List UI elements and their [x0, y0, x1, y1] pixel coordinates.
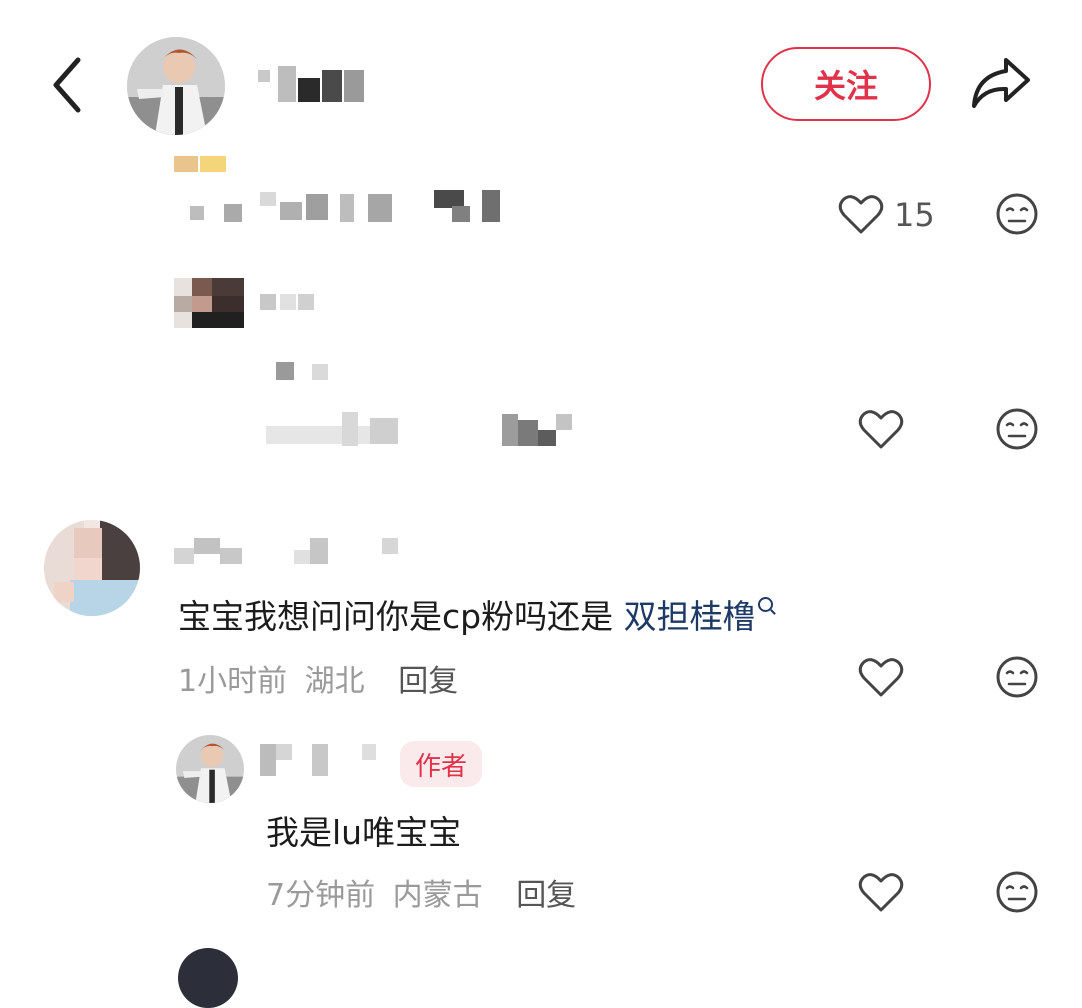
commenter-username-mosaic [174, 534, 404, 566]
topic-link-label: 双担桂橹 [623, 597, 756, 636]
like-button[interactable] [838, 192, 884, 236]
reply-username-mosaic [260, 292, 316, 312]
share-button[interactable] [968, 52, 1034, 114]
reply-button[interactable]: 回复 [398, 664, 458, 699]
poster-avatar[interactable] [127, 37, 225, 135]
next-comment-avatar[interactable] [178, 948, 238, 1008]
poster-username-mosaic [258, 66, 368, 106]
like-button[interactable] [858, 870, 904, 914]
author-badge: 作者 [400, 741, 482, 787]
reply-meta-mosaic [266, 410, 576, 450]
comment-body: 宝宝我想问问你是cp粉吗还是 [178, 597, 614, 636]
follow-button[interactable]: 关注 [761, 47, 931, 121]
search-icon [757, 597, 773, 612]
author-username-mosaic [260, 742, 390, 778]
reply-button[interactable]: 回复 [516, 878, 576, 913]
author-avatar[interactable] [176, 735, 244, 803]
heart-outline-icon [858, 410, 904, 449]
dislike-button[interactable] [995, 870, 1039, 914]
level-badge-mosaic [174, 156, 226, 172]
back-button[interactable] [40, 50, 100, 120]
comment-time: 1小时前 [178, 664, 288, 699]
commenter-avatar[interactable] [44, 520, 140, 616]
reply-location: 内蒙古 [392, 878, 483, 913]
dislike-button[interactable] [995, 407, 1039, 451]
heart-outline-icon [858, 873, 904, 912]
chevron-left-icon [53, 57, 81, 113]
comment-text: 宝宝我想问问你是cp粉吗还是 双担桂橹 [178, 590, 773, 638]
meh-face-icon [996, 656, 1038, 698]
dislike-button[interactable] [995, 655, 1039, 699]
dislike-button[interactable] [995, 192, 1039, 236]
like-button[interactable] [858, 655, 904, 699]
comment-text-mosaic [190, 188, 510, 228]
reply-meta: 7分钟前 内蒙古 回复 [266, 870, 576, 914]
like-count: 15 [894, 196, 935, 234]
comment-location: 湖北 [304, 664, 365, 699]
comment-meta: 1小时前 湖北 回复 [178, 656, 458, 700]
heart-outline-icon [858, 658, 904, 697]
meh-face-icon [996, 193, 1038, 235]
heart-outline-icon [838, 195, 884, 234]
like-button[interactable] [858, 407, 904, 451]
reply-text: 我是lu唯宝宝 [266, 813, 462, 852]
share-arrow-icon [972, 58, 1030, 108]
reply-avatar-mosaic[interactable] [174, 278, 244, 328]
meh-face-icon [996, 871, 1038, 913]
reply-time: 7分钟前 [266, 878, 376, 913]
topic-link[interactable]: 双担桂橹 [624, 597, 773, 636]
meh-face-icon [996, 408, 1038, 450]
reply-text-mosaic [276, 362, 332, 382]
